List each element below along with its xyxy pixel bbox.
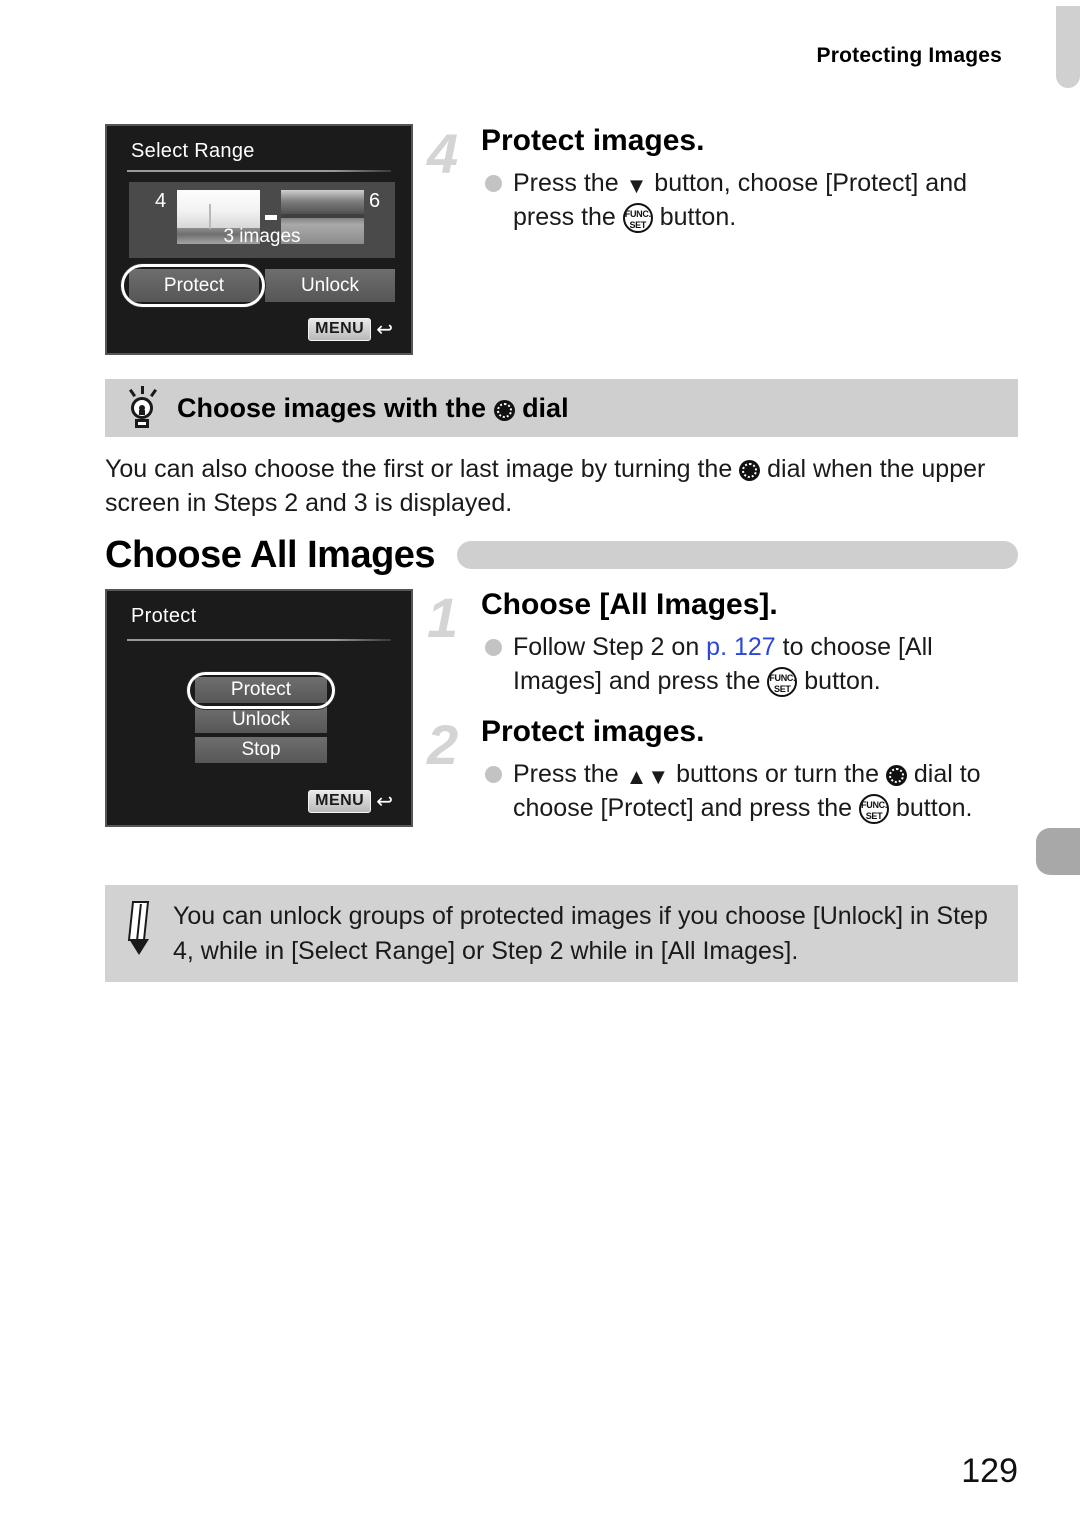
step-number: 1 <box>427 586 459 649</box>
manual-page: Protecting Images Select Range 4 6 3 ima… <box>0 0 1080 1521</box>
tip-box: Choose images with the dial You can also… <box>105 379 1018 521</box>
step-number: 4 <box>427 122 459 185</box>
step-number: 2 <box>427 713 459 776</box>
lightbulb-icon <box>123 386 161 430</box>
tip-title: Choose images with the dial <box>177 393 569 424</box>
func-set-icon: FUNC. SET <box>859 794 890 824</box>
screen-title: Select Range <box>131 140 255 162</box>
pencil-icon <box>123 901 157 957</box>
step-block-2: 2 Protect images. Press the ▲▼ buttons o… <box>427 715 1027 826</box>
func-set-bottom-label: SET <box>629 220 647 230</box>
menu-return-badge: MENU ↩ <box>308 790 393 813</box>
step-body: Follow Step 2 on p. 127 to choose [All I… <box>481 630 1027 699</box>
chapter-tab-side <box>1036 828 1080 875</box>
tip-title-a: Choose images with the <box>177 392 494 423</box>
func-set-icon: FUNC. SET <box>622 203 653 233</box>
menu-item-stop[interactable]: Stop <box>195 737 327 763</box>
screen-title-rule <box>127 170 391 172</box>
section-bar <box>457 541 1018 569</box>
tip-text-a: You can also choose the first or last im… <box>105 455 740 483</box>
step2-text-d: button. <box>889 794 973 822</box>
camera-screen-select-range: Select Range 4 6 3 images Protect Unlock… <box>105 124 413 355</box>
note-box: You can unlock groups of protected image… <box>105 885 1018 982</box>
page-number: 129 <box>961 1452 1018 1490</box>
step1-text-a: Follow Step 2 on <box>513 632 707 661</box>
step1-text-c: button. <box>797 667 881 695</box>
option-unlock[interactable]: Unlock <box>265 269 395 302</box>
step-body: Press the ▼ button, choose [Protect] and… <box>481 166 1027 235</box>
step-body: Press the ▲▼ buttons or turn the dial to… <box>481 757 1027 826</box>
chapter-tab-top <box>1056 6 1080 88</box>
range-image-count: 3 images <box>223 226 301 247</box>
bullet-icon <box>485 638 502 656</box>
step2-text-a: Press the <box>513 759 626 788</box>
up-triangle-icon: ▲ <box>625 763 648 789</box>
tip-header: Choose images with the dial <box>105 379 1018 437</box>
dial-icon <box>885 764 907 786</box>
step-title: Protect images. <box>481 124 705 157</box>
tip-title-b: dial <box>514 392 569 423</box>
selection-highlight-ring <box>187 672 335 709</box>
step-title: Protect images. <box>481 715 705 748</box>
bullet-icon <box>485 174 502 192</box>
step-title: Choose [All Images]. <box>481 588 778 621</box>
bullet-icon <box>485 765 502 783</box>
menu-key-label: MENU <box>308 790 372 813</box>
return-arrow-icon: ↩ <box>376 790 393 813</box>
dial-icon <box>739 460 761 481</box>
range-preview-panel: 4 6 3 images <box>129 182 395 258</box>
down-triangle-icon: ▼ <box>625 172 648 198</box>
step-block-4: 4 Protect images. Press the ▼ button, ch… <box>427 124 1027 235</box>
down-triangle-icon: ▼ <box>647 763 670 789</box>
menu-return-badge: MENU ↩ <box>308 318 393 341</box>
screen-title-rule <box>127 639 391 641</box>
range-dash <box>265 215 277 220</box>
section-heading: Choose All Images <box>105 530 1018 580</box>
range-last-index: 6 <box>369 190 381 212</box>
running-header: Protecting Images <box>816 44 1002 67</box>
tip-text: You can also choose the first or last im… <box>105 453 1018 521</box>
note-text: You can unlock groups of protected image… <box>173 902 988 965</box>
dial-icon <box>493 399 515 421</box>
step4-text-a: Press the <box>513 168 626 197</box>
func-set-icon: FUNC. SET <box>767 667 798 697</box>
step-block-1: 1 Choose [All Images]. Follow Step 2 on … <box>427 588 1027 699</box>
range-first-index: 4 <box>155 190 167 212</box>
step2-text-b: buttons or turn the <box>669 759 886 788</box>
camera-screen-protect-menu: Protect Protect Unlock Stop MENU ↩ <box>105 589 413 827</box>
selection-highlight-ring <box>121 264 265 307</box>
step4-text-c: button. <box>652 203 737 231</box>
menu-key-label: MENU <box>308 318 372 341</box>
section-title: Choose All Images <box>105 533 436 576</box>
menu-item-unlock[interactable]: Unlock <box>195 707 327 733</box>
screen-title: Protect <box>131 605 197 627</box>
func-set-bottom-label: SET <box>865 811 883 821</box>
page-reference-link[interactable]: p. 127 <box>706 633 776 661</box>
func-set-bottom-label: SET <box>774 684 791 694</box>
return-arrow-icon: ↩ <box>376 318 393 341</box>
